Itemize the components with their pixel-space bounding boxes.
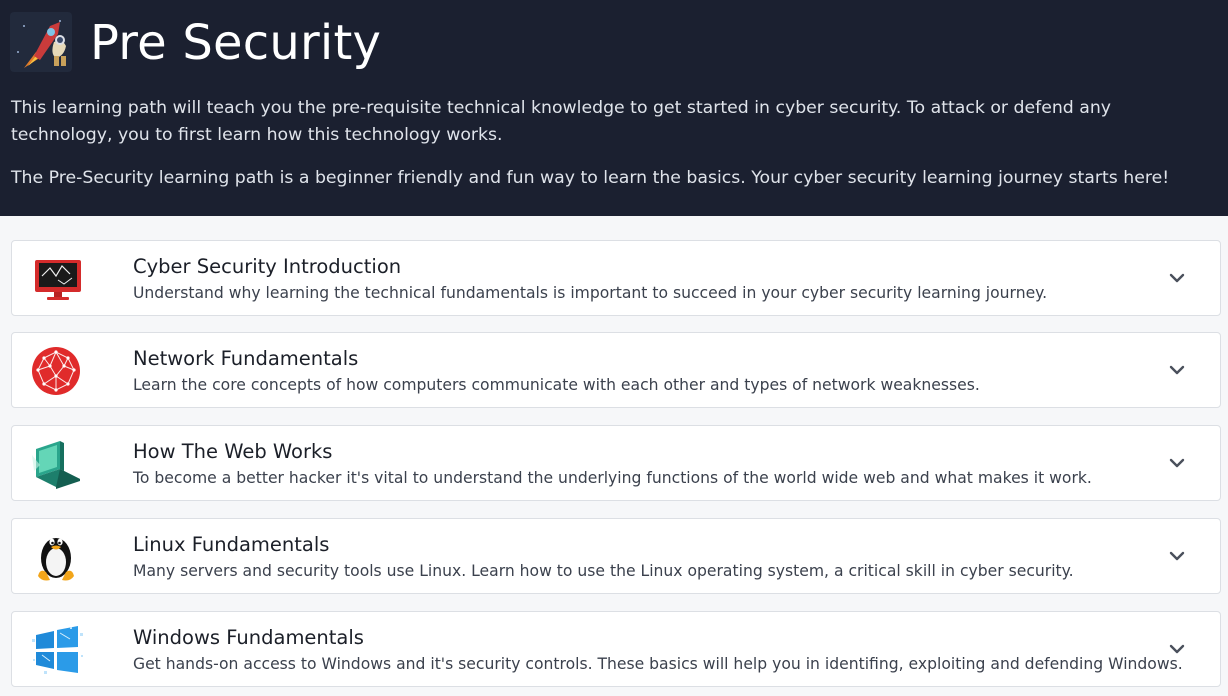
windows-logo-icon (30, 625, 86, 675)
linux-penguin-icon (30, 532, 86, 582)
module-description: Understand why learning the technical fu… (133, 284, 1048, 302)
module-title: Cyber Security Introduction (133, 255, 402, 278)
network-globe-icon (30, 346, 86, 396)
module-card-cyber-security-introduction[interactable]: Cyber Security Introduction Understand w… (11, 240, 1221, 316)
monitor-icon (30, 254, 86, 304)
module-description: Get hands-on access to Windows and it's … (133, 655, 1183, 673)
module-description: To become a better hacker it's vital to … (133, 469, 1092, 487)
chevron-down-icon[interactable] (1166, 545, 1188, 567)
path-header: Pre Security This learning path will tea… (0, 0, 1228, 216)
chevron-down-icon[interactable] (1166, 452, 1188, 474)
module-description: Learn the core concepts of how computers… (133, 376, 980, 394)
rocket-astronaut-icon (10, 12, 72, 72)
module-title: Windows Fundamentals (133, 626, 364, 649)
path-description: This learning path will teach you the pr… (11, 98, 1112, 145)
module-card-linux-fundamentals[interactable]: Linux Fundamentals Many servers and secu… (11, 518, 1221, 594)
module-title: How The Web Works (133, 440, 333, 463)
module-title: Network Fundamentals (133, 347, 359, 370)
laptop-icon (30, 439, 86, 489)
chevron-down-icon[interactable] (1166, 267, 1188, 289)
module-title: Linux Fundamentals (133, 533, 330, 556)
chevron-down-icon[interactable] (1166, 638, 1188, 660)
page-title: Pre Security (90, 15, 382, 71)
module-description: Many servers and security tools use Linu… (133, 562, 1074, 580)
chevron-down-icon[interactable] (1166, 359, 1188, 381)
module-card-network-fundamentals[interactable]: Network Fundamentals Learn the core conc… (11, 332, 1221, 408)
module-card-windows-fundamentals[interactable]: Windows Fundamentals Get hands-on access… (11, 611, 1221, 687)
module-card-how-the-web-works[interactable]: How The Web Works To become a better hac… (11, 425, 1221, 501)
path-tagline: The Pre-Security learning path is a begi… (11, 168, 1170, 188)
